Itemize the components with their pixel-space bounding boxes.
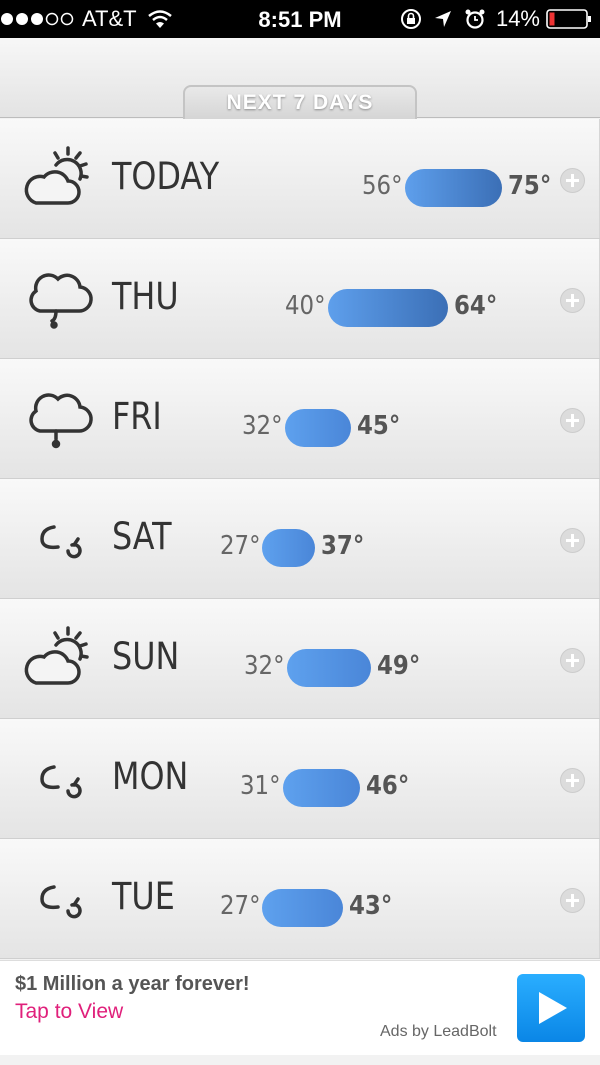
forecast-row-mon[interactable]: MON 31° 46° — [0, 719, 600, 839]
low-temp: 31° — [240, 771, 281, 801]
high-temp: 46° — [366, 771, 410, 801]
wind-icon — [40, 765, 82, 799]
low-temp: 56° — [362, 171, 403, 201]
wind-icon — [40, 525, 82, 559]
day-label: MON — [112, 755, 189, 798]
low-temp: 32° — [244, 651, 285, 681]
rotation-lock-icon — [400, 9, 421, 29]
play-icon — [539, 992, 567, 1024]
ad-title[interactable]: $1 Million a year forever! — [15, 973, 250, 996]
high-temp: 75° — [508, 171, 552, 201]
forecast-row-sat[interactable]: SAT 27° 37° — [0, 479, 600, 599]
temperature-range-bar — [262, 529, 315, 567]
forecast-row-sun[interactable]: SUN 32° 49° — [0, 599, 600, 719]
temperature-range-bar — [283, 769, 360, 807]
plus-circle-icon[interactable] — [560, 768, 585, 793]
partly-cloudy-icon — [24, 626, 89, 685]
bottom-strip — [0, 1055, 600, 1065]
low-temp: 27° — [220, 531, 261, 561]
header: NEXT 7 DAYS — [0, 38, 600, 119]
cloud-drizzle-icon — [29, 393, 93, 449]
high-temp: 45° — [357, 411, 401, 441]
high-temp: 49° — [377, 651, 421, 681]
status-bar: AT&T 8:51 PM 14% — [0, 0, 600, 38]
temperature-range-bar — [405, 169, 502, 207]
day-label: SAT — [112, 515, 172, 558]
ad-tap-to-view-link[interactable]: Tap to View — [15, 1000, 123, 1024]
high-temp: 37° — [321, 531, 365, 561]
plus-circle-icon[interactable] — [560, 168, 585, 193]
day-label: TODAY — [112, 155, 220, 198]
plus-circle-icon[interactable] — [560, 888, 585, 913]
day-label: THU — [112, 275, 179, 318]
day-label: FRI — [112, 395, 162, 438]
temperature-range-bar — [262, 889, 343, 927]
day-label: TUE — [112, 875, 175, 918]
low-temp: 27° — [220, 891, 261, 921]
battery-percent: 14% — [495, 6, 540, 31]
ad-banner[interactable]: $1 Million a year forever! Tap to View A… — [0, 960, 600, 1055]
forecast-row-tue[interactable]: TUE 27° 43° — [0, 839, 600, 959]
alarm-icon — [465, 9, 485, 29]
cloud-icon — [29, 273, 93, 329]
plus-circle-icon[interactable] — [560, 408, 585, 433]
forecast-row-today[interactable]: TODAY 56° 75° — [0, 119, 600, 239]
forecast-row-thu[interactable]: THU 40° 64° — [0, 239, 600, 359]
low-temp: 40° — [285, 291, 326, 321]
ad-credit: Ads by LeadBolt — [380, 1023, 497, 1040]
ad-play-button[interactable] — [517, 974, 585, 1042]
temperature-range-bar — [328, 289, 448, 327]
location-arrow-icon — [434, 11, 451, 27]
plus-circle-icon[interactable] — [560, 648, 585, 673]
temperature-range-bar — [287, 649, 371, 687]
status-right: 14% — [400, 6, 592, 32]
battery-icon — [546, 9, 591, 29]
low-temp: 32° — [242, 411, 283, 441]
wind-icon — [40, 885, 82, 919]
tab-next-7-days[interactable]: NEXT 7 DAYS — [183, 85, 417, 119]
partly-cloudy-icon — [24, 146, 89, 205]
high-temp: 43° — [349, 891, 393, 921]
day-label: SUN — [112, 635, 180, 678]
forecast-row-fri[interactable]: FRI 32° 45° — [0, 359, 600, 479]
temperature-range-bar — [285, 409, 351, 447]
plus-circle-icon[interactable] — [560, 288, 585, 313]
plus-circle-icon[interactable] — [560, 528, 585, 553]
high-temp: 64° — [454, 291, 498, 321]
